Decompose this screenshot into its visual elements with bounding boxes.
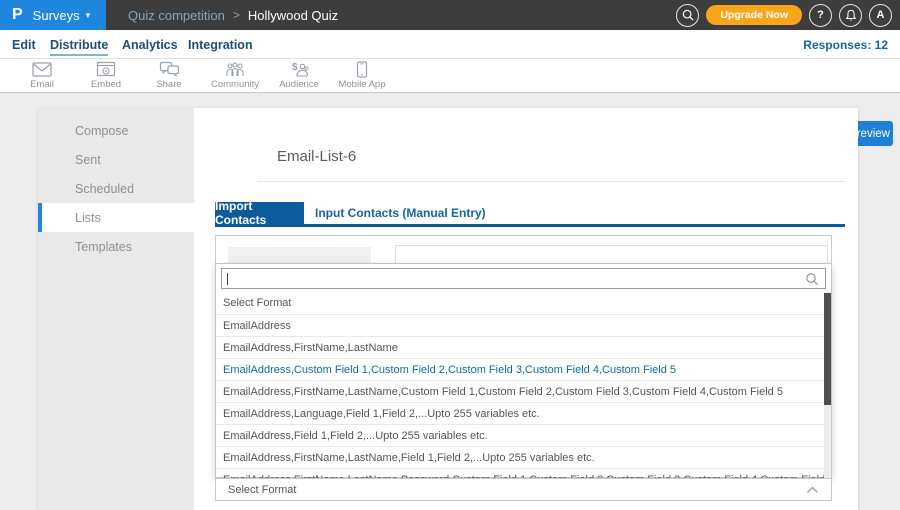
page-title: Email-List-6 (277, 148, 356, 165)
select-format-control[interactable]: Select Format (215, 478, 832, 501)
select-format-value: Select Format (228, 484, 806, 496)
scrollbar-thumb[interactable] (824, 293, 831, 405)
sidebar-item-templates[interactable]: Templates (38, 232, 194, 261)
questionpro-logo: P (12, 6, 23, 24)
topbar-actions: Upgrade Now ? A (676, 0, 892, 30)
channel-mobile-app[interactable]: Mobile App (327, 61, 397, 90)
sidebar-item-scheduled[interactable]: Scheduled (38, 174, 194, 203)
breadcrumb-survey-name: Hollywood Quiz (248, 8, 338, 23)
format-option[interactable]: EmailAddress (216, 314, 831, 336)
format-option-highlighted[interactable]: EmailAddress,Custom Field 1,Custom Field… (216, 358, 831, 380)
format-option[interactable]: EmailAddress,FirstName,LastName,Field 1,… (216, 446, 831, 468)
breadcrumb-separator: > (233, 8, 240, 22)
top-bar: P Surveys ▾ Quiz competition > Hollywood… (0, 0, 900, 30)
help-button[interactable]: ? (809, 4, 832, 27)
format-option[interactable]: EmailAddress,FirstName,LastName (216, 336, 831, 358)
chevron-up-icon (806, 486, 819, 494)
breadcrumb-folder[interactable]: Quiz competition (128, 8, 225, 23)
dropdown-scrollbar[interactable] (824, 292, 831, 479)
channel-label: Community (200, 79, 270, 90)
format-options-list: Select Format EmailAddress EmailAddress,… (216, 292, 831, 479)
community-icon (200, 61, 270, 78)
tab-integration[interactable]: Integration (188, 30, 253, 59)
sidebar-item-sent[interactable]: Sent (38, 145, 194, 174)
channel-label: Audience (264, 79, 334, 90)
tab-distribute[interactable]: Distribute (50, 30, 108, 59)
share-icon (134, 61, 204, 78)
format-option[interactable]: EmailAddress,Field 1,Field 2,...Upto 255… (216, 424, 831, 446)
sidebar-item-compose[interactable]: Compose (38, 116, 194, 145)
text-caret (227, 273, 228, 285)
channel-embed[interactable]: Embed (71, 61, 141, 90)
email-sidebar: Compose Sent Scheduled Lists Templates (38, 108, 194, 510)
chevron-down-icon: ▾ (86, 10, 91, 21)
survey-nav: Edit Distribute Analytics Integration Re… (0, 30, 900, 59)
dropdown-search-input[interactable] (228, 269, 788, 288)
app-window: P Surveys ▾ Quiz competition > Hollywood… (0, 0, 900, 510)
channel-label: Email (7, 79, 77, 90)
mobile-app-icon (327, 61, 397, 78)
search-icon (805, 272, 819, 291)
channel-label: Mobile App (327, 79, 397, 90)
title-divider (257, 181, 845, 182)
product-label: Surveys (33, 8, 80, 23)
format-option[interactable]: EmailAddress,FirstName,LastName,Custom F… (216, 380, 831, 402)
channel-share[interactable]: Share (134, 61, 204, 90)
channel-label: Embed (71, 79, 141, 90)
tab-import-contacts[interactable]: Import Contacts (215, 202, 304, 224)
tab-analytics[interactable]: Analytics (122, 30, 178, 59)
upgrade-now-button[interactable]: Upgrade Now (706, 5, 802, 25)
format-dropdown-open: Select Format EmailAddress EmailAddress,… (215, 263, 832, 478)
channel-label: Share (134, 79, 204, 90)
channel-community[interactable]: Community (200, 61, 270, 90)
tab-input-contacts-manual[interactable]: Input Contacts (Manual Entry) (315, 202, 486, 224)
product-switcher[interactable]: P Surveys ▾ (0, 0, 106, 30)
dropdown-search-box (221, 268, 826, 289)
sidebar-item-lists[interactable]: Lists (38, 203, 194, 232)
distribute-toolbar: Email Embed Share Community $ Audience M… (0, 59, 900, 93)
email-icon (7, 61, 77, 78)
tab-underline (215, 224, 845, 227)
audience-icon: $ (264, 61, 334, 78)
embed-icon (71, 61, 141, 78)
channel-audience[interactable]: $ Audience (264, 61, 334, 90)
search-icon[interactable] (676, 4, 699, 27)
tab-edit[interactable]: Edit (12, 30, 36, 59)
format-option[interactable]: Select Format (216, 292, 831, 314)
responses-count[interactable]: Responses: 12 (803, 30, 888, 59)
breadcrumb: Quiz competition > Hollywood Quiz (128, 0, 338, 30)
lists-panel: Compose Sent Scheduled Lists Templates E… (38, 108, 858, 510)
svg-text:$: $ (292, 62, 298, 73)
account-avatar[interactable]: A (869, 4, 892, 27)
format-option[interactable]: EmailAddress,Language,Field 1,Field 2,..… (216, 402, 831, 424)
channel-email[interactable]: Email (7, 61, 77, 90)
bell-icon[interactable] (839, 4, 862, 27)
